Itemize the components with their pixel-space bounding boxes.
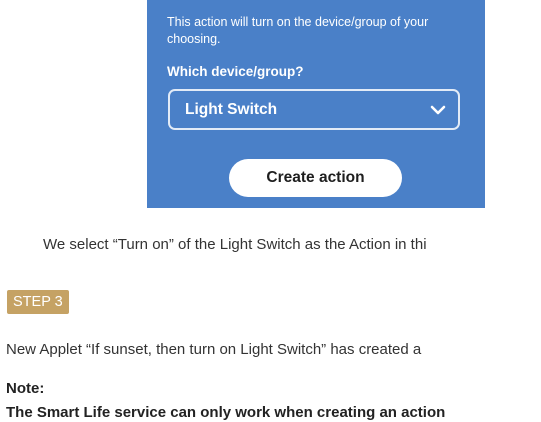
step-badge: STEP 3 <box>7 290 69 314</box>
applet-created-text: New Applet “If sunset, then turn on Ligh… <box>6 341 422 358</box>
create-action-button[interactable]: Create action <box>229 159 402 197</box>
device-question-label: Which device/group? <box>167 64 304 79</box>
note-body: The Smart Life service can only work whe… <box>6 404 446 421</box>
action-config-panel: This action will turn on the device/grou… <box>147 0 485 208</box>
chevron-down-icon <box>430 104 446 116</box>
device-select[interactable]: Light Switch <box>168 89 460 130</box>
device-select-value: Light Switch <box>185 100 278 118</box>
action-caption: We select “Turn on” of the Light Switch … <box>43 236 427 253</box>
note-label: Note: <box>6 380 45 397</box>
action-description: This action will turn on the device/grou… <box>167 15 429 46</box>
